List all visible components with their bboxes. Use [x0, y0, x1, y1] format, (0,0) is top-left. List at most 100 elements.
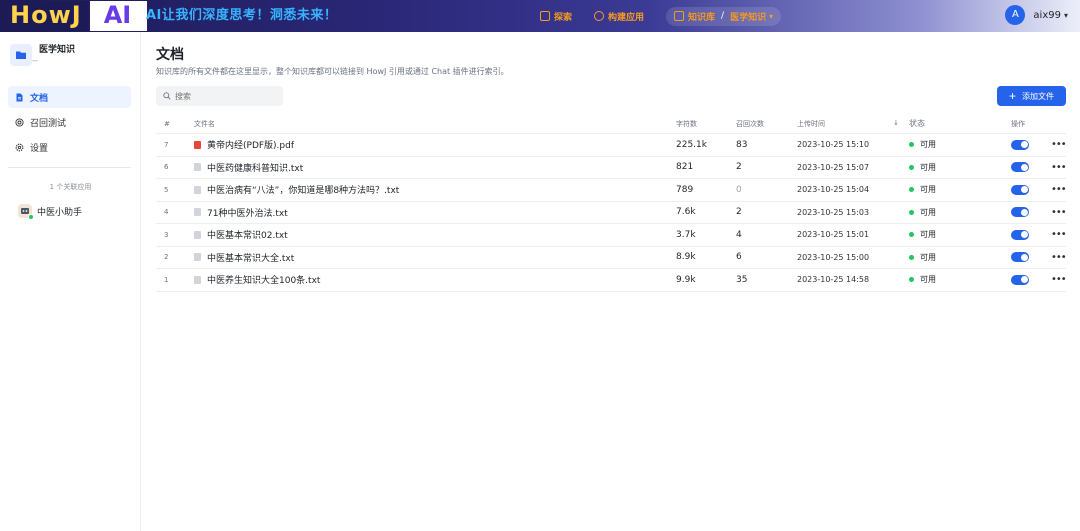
row-filename-text[interactable]: 71种中医外治法.txt [207, 206, 288, 219]
row-upload-time: 2023-10-25 14:58 [797, 275, 870, 285]
more-icon[interactable]: ••• [1051, 162, 1067, 173]
row-upload-time: 2023-10-25 15:01 [797, 230, 870, 240]
logo-text-howj: HowJ [2, 1, 88, 31]
gear-icon [15, 143, 24, 151]
enable-toggle[interactable] [1011, 207, 1029, 218]
row-recall: 2 [736, 162, 742, 173]
more-icon[interactable]: ••• [1051, 139, 1067, 150]
row-chars: 789 [676, 184, 694, 195]
row-operations: ••• [1011, 252, 1067, 263]
enable-toggle[interactable] [1011, 162, 1029, 173]
user-name[interactable]: aix99 [1033, 10, 1061, 21]
nav-explore[interactable]: 探索 [540, 10, 572, 23]
nav-knowledge-breadcrumb[interactable]: 知识库 / 医学知识 ▾ [666, 6, 782, 26]
status-dot [909, 277, 914, 283]
row-filename[interactable]: 中医基本常识02.txt [194, 228, 676, 241]
enable-toggle[interactable] [1011, 274, 1029, 285]
sidebar-item-documents[interactable]: 文档 [8, 86, 131, 108]
search-icon [163, 92, 171, 100]
enable-toggle[interactable] [1011, 184, 1029, 195]
more-icon[interactable]: ••• [1051, 229, 1067, 240]
enable-toggle[interactable] [1011, 229, 1029, 240]
more-icon[interactable]: ••• [1051, 252, 1067, 263]
row-filename[interactable]: 中医药健康科普知识.txt [194, 161, 676, 174]
table-row[interactable]: 5 中医治病有“八法”，你知道是哪8种方法吗？.txt 789 0 2023-10-25… [156, 179, 1067, 202]
status-badge: 可用 [920, 207, 936, 217]
row-operations: ••• [1011, 162, 1067, 173]
pdf-file-icon [194, 140, 201, 149]
row-filename[interactable]: 71种中医外治法.txt [194, 206, 676, 219]
user-menu[interactable]: A aix99 ▾ [1005, 5, 1068, 25]
status-dot [909, 254, 914, 260]
status-badge: 可用 [920, 252, 936, 262]
status-badge: 可用 [920, 275, 936, 285]
sidebar-item-recall-test[interactable]: 召回测试 [8, 111, 131, 133]
row-chars: 3.7k [676, 229, 696, 240]
col-upload-time[interactable]: 上传时间 ↓ [797, 119, 909, 129]
more-icon[interactable]: ••• [1051, 184, 1067, 195]
row-chars: 7.6k [676, 207, 696, 218]
text-file-icon [194, 208, 201, 217]
row-recall: 0 [736, 184, 742, 195]
row-filename-text[interactable]: 中医基本常识大全.txt [207, 251, 294, 264]
add-file-button[interactable]: + 添加文件 [997, 86, 1066, 106]
row-filename[interactable]: 中医养生知识大全100条.txt [194, 273, 676, 286]
chevron-down-icon[interactable]: ▾ [1064, 11, 1068, 20]
row-filename-text[interactable]: 中医治病有“八法”，你知道是哪8种方法吗？.txt [207, 183, 399, 196]
kb-subtitle: -- [32, 56, 38, 65]
row-filename-text[interactable]: 中医药健康科普知识.txt [207, 161, 303, 174]
row-filename[interactable]: 黄帝内经(PDF版).pdf [194, 138, 676, 151]
row-filename-text[interactable]: 中医基本常识02.txt [207, 228, 288, 241]
breadcrumb-separator: / [721, 11, 725, 21]
nav-current-kb[interactable]: 医学知识 [730, 10, 766, 23]
logo[interactable]: HowJ AI [2, 1, 148, 31]
row-chars: 225.1k [676, 139, 707, 150]
sort-icon[interactable]: ↓ [893, 119, 899, 129]
sidebar-item-label: 设置 [30, 143, 49, 154]
enable-toggle[interactable] [1011, 139, 1029, 150]
table-row[interactable]: 7 黄帝内经(PDF版).pdf 225.1k 83 2023-10-25 15:10 可… [156, 134, 1067, 157]
search-box[interactable] [156, 86, 283, 106]
row-status: 可用 [909, 229, 1011, 240]
row-index: 4 [164, 208, 169, 217]
row-filename-text[interactable]: 中医养生知识大全100条.txt [207, 273, 320, 286]
plus-icon: + [1008, 89, 1016, 103]
chevron-down-icon[interactable]: ▾ [769, 12, 773, 21]
kb-name: 医学知识 [39, 45, 76, 55]
more-icon[interactable]: ••• [1051, 207, 1067, 218]
table-row[interactable]: 2 中医基本常识大全.txt 8.9k 6 2023-10-25 15:00 可用 ••• [156, 247, 1067, 269]
linked-app-item[interactable]: 中医小助手 [18, 204, 83, 220]
status-badge: 可用 [920, 230, 936, 240]
status-badge: 可用 [920, 185, 936, 195]
table-row[interactable]: 1 中医养生知识大全100条.txt 9.9k 35 2023-10-25 14:58 可… [156, 269, 1067, 292]
row-filename-text[interactable]: 黄帝内经(PDF版).pdf [207, 138, 294, 151]
row-status: 可用 [909, 274, 1011, 285]
col-operations: 操作 [1011, 119, 1025, 128]
status-dot [909, 187, 914, 193]
status-dot [909, 232, 914, 238]
nav-build-app[interactable]: 构建应用 [594, 10, 644, 23]
more-icon[interactable]: ••• [1051, 274, 1067, 285]
grid-icon [540, 11, 550, 21]
top-bar: HowJ AI AI让我们深度思考！洞悉未来！ 探索 构建应用 知识库 / 医学… [0, 0, 1080, 32]
kb-header: 医学知识 -- [10, 44, 75, 66]
enable-toggle[interactable] [1011, 252, 1029, 263]
row-filename[interactable]: 中医治病有“八法”，你知道是哪8种方法吗？.txt [194, 183, 676, 196]
row-upload-time: 2023-10-25 15:04 [797, 185, 870, 195]
row-status: 可用 [909, 252, 1011, 263]
search-input[interactable] [175, 91, 275, 101]
avatar[interactable]: A [1005, 5, 1026, 25]
row-filename[interactable]: 中医基本常识大全.txt [194, 251, 676, 264]
row-recall: 2 [736, 207, 742, 218]
text-file-icon [194, 275, 201, 284]
row-operations: ••• [1011, 139, 1067, 150]
text-file-icon [194, 253, 201, 262]
linked-app-name: 中医小助手 [37, 207, 83, 218]
nav-explore-label: 探索 [554, 12, 573, 23]
sidebar-item-settings[interactable]: 设置 [8, 136, 131, 158]
row-chars: 9.9k [676, 274, 696, 285]
table-row[interactable]: 6 中医药健康科普知识.txt 821 2 2023-10-25 15:07 可用 ••• [156, 157, 1067, 179]
nav-build-app-label: 构建应用 [608, 12, 645, 23]
table-row[interactable]: 3 中医基本常识02.txt 3.7k 4 2023-10-25 15:01 可用 ••• [156, 224, 1067, 247]
table-row[interactable]: 4 71种中医外治法.txt 7.6k 2 2023-10-25 15:03 可用 ••• [156, 202, 1067, 224]
